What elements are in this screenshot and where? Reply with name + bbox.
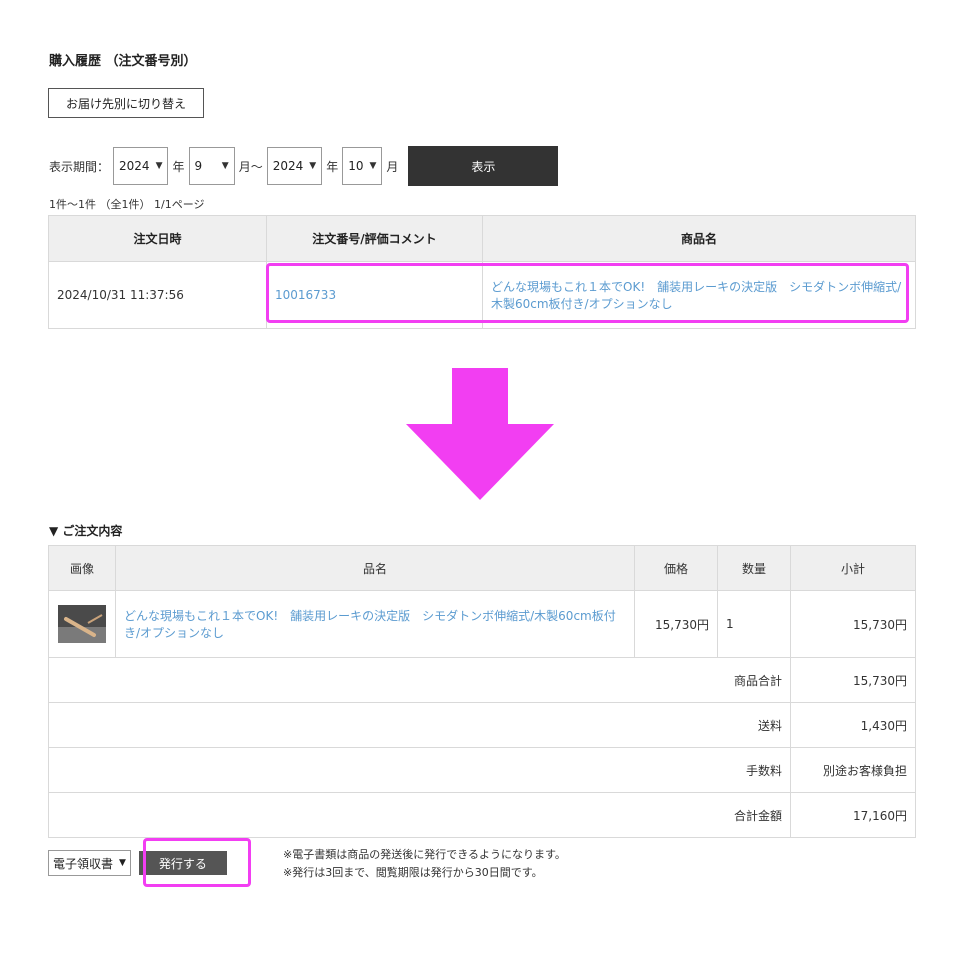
table-header-row: 画像 品名 価格 数量 小計	[48, 545, 916, 591]
period-label: 表示期間：	[49, 159, 110, 174]
summary-label: 手数料	[48, 747, 791, 793]
column-header: 数量	[717, 545, 791, 591]
quantity-cell: 1	[717, 590, 791, 658]
subtotal-cell: 15,730円	[790, 590, 916, 658]
column-header: 注文日時	[48, 215, 267, 262]
order-number-cell: 10016733	[266, 261, 483, 329]
summary-row: 商品合計 15,730円	[48, 657, 916, 703]
summary-label: 送料	[48, 702, 791, 748]
chevron-down-icon: ▼	[309, 161, 317, 171]
summary-label: 商品合計	[48, 657, 791, 703]
column-header: 画像	[48, 545, 116, 591]
issue-button[interactable]: 発行する	[138, 851, 227, 875]
receipt-type-select[interactable]: 電子領収書 ▼	[48, 850, 131, 876]
receipt-form: 電子領収書 ▼ 発行する	[48, 850, 227, 876]
summary-row: 手数料 別途お客様負担	[48, 747, 916, 793]
note-text: ※電子書類は商品の発送後に発行できるようになります。	[283, 848, 566, 861]
column-header: 注文番号/評価コメント	[266, 215, 483, 262]
price-cell: 15,730円	[634, 590, 718, 658]
page-title: 購入履歴 （注文番号別）	[49, 54, 197, 69]
rake-product-thumbnail[interactable]	[58, 605, 106, 643]
receipt-notes: ※電子書類は商品の発送後に発行できるようになります。 ※発行は3回まで、閲覧期限…	[283, 846, 566, 882]
order-datetime: 2024/10/31 11:37:56	[48, 261, 267, 329]
chevron-down-icon: ▼	[221, 161, 229, 171]
summary-value: 1,430円	[790, 702, 916, 748]
down-arrow-icon	[406, 368, 554, 500]
summary-value: 別途お客様負担	[790, 747, 916, 793]
summary-row: 合計金額 17,160円	[48, 792, 916, 838]
to-month-select[interactable]: 10 ▼	[342, 147, 383, 185]
column-header: 小計	[790, 545, 916, 591]
result-count: 1件～1件 （全1件） 1/1ページ	[49, 198, 205, 211]
column-header: 品名	[115, 545, 635, 591]
summary-value: 15,730円	[790, 657, 916, 703]
note-text: ※発行は3回まで、閲覧期限は発行から30日間です。	[283, 866, 543, 879]
column-header: 価格	[634, 545, 718, 591]
chevron-down-icon: ▼	[119, 858, 126, 868]
summary-value: 17,160円	[790, 792, 916, 838]
summary-label: 合計金額	[48, 792, 791, 838]
summary-row: 送料 1,430円	[48, 702, 916, 748]
table-header-row: 注文日時 注文番号/評価コメント 商品名	[48, 215, 916, 262]
order-number-link[interactable]: 10016733	[275, 288, 336, 302]
table-row: 2024/10/31 11:37:56 10016733 どんな現場もこれ１本で…	[48, 261, 916, 329]
column-header: 商品名	[482, 215, 916, 262]
table-row: どんな現場もこれ１本でOK! 舗装用レーキの決定版 シモダトンボ伸縮式/木製60…	[48, 590, 916, 658]
order-contents-heading: ▼ ご注文内容	[49, 524, 123, 538]
order-contents-table: 画像 品名 価格 数量 小計 どんな現場もこれ１本でOK! 舗装用レーキの決定版…	[48, 545, 916, 838]
chevron-down-icon: ▼	[369, 161, 377, 171]
display-period-filter: 表示期間： 2024 ▼ 年 9 ▼ 月～ 2024 ▼ 年 10 ▼ 月 表示	[49, 146, 559, 186]
month-range-label: 月～	[238, 159, 263, 174]
year-unit-label: 年	[172, 159, 185, 174]
year-unit-label: 年	[326, 159, 339, 174]
product-name-cell: どんな現場もこれ１本でOK! 舗装用レーキの決定版 シモダトンボ伸縮式/木製60…	[482, 261, 916, 329]
switch-to-delivery-button[interactable]: お届け先別に切り替え	[48, 88, 204, 118]
month-unit-label: 月	[386, 159, 399, 174]
product-name-link[interactable]: どんな現場もこれ１本でOK! 舗装用レーキの決定版 シモダトンボ伸縮式/木製60…	[124, 609, 616, 640]
show-button[interactable]: 表示	[408, 146, 559, 186]
from-month-select[interactable]: 9 ▼	[188, 147, 235, 185]
purchase-history-table: 注文日時 注文番号/評価コメント 商品名 2024/10/31 11:37:56…	[48, 215, 916, 329]
to-year-select[interactable]: 2024 ▼	[266, 147, 323, 185]
product-name-link[interactable]: どんな現場もこれ１本でOK! 舗装用レーキの決定版 シモダトンボ伸縮式/木製60…	[491, 280, 901, 311]
product-name-cell: どんな現場もこれ１本でOK! 舗装用レーキの決定版 シモダトンボ伸縮式/木製60…	[115, 590, 635, 658]
chevron-down-icon: ▼	[155, 161, 163, 171]
product-image-cell	[48, 590, 116, 658]
from-year-select[interactable]: 2024 ▼	[113, 147, 169, 185]
